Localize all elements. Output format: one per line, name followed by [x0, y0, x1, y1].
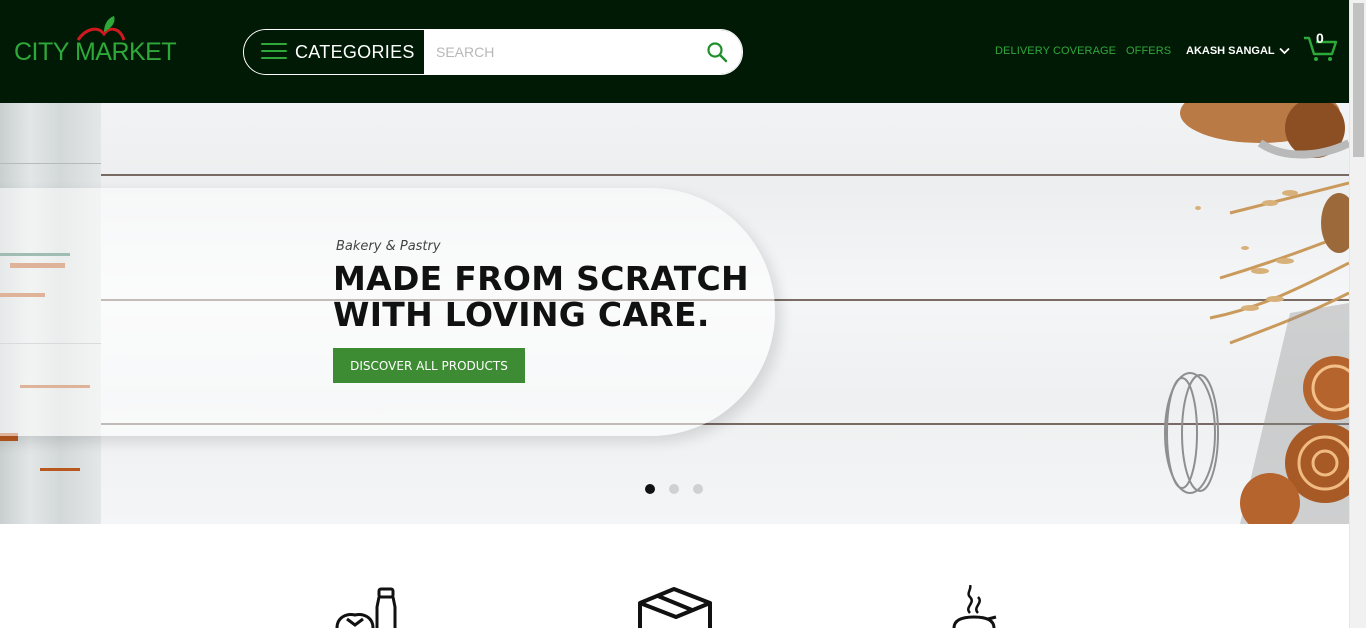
hero-title: MADE FROM SCRATCH WITH LOVING CARE.: [333, 261, 749, 333]
categories-label: CATEGORIES: [295, 42, 415, 62]
hero-subtitle: Bakery & Pastry: [336, 239, 441, 254]
user-menu[interactable]: AKASH SANGAL: [1186, 45, 1290, 57]
hero-title-line2: WITH LOVING CARE.: [333, 295, 710, 334]
slider-dot[interactable]: [693, 484, 703, 494]
grocery-icon: [335, 587, 397, 628]
hot-food-icon: [952, 585, 997, 628]
box-icon: [638, 587, 712, 628]
search-input[interactable]: [424, 30, 742, 74]
slider-dot[interactable]: [645, 484, 655, 494]
hero-slider: Bakery & Pastry MADE FROM SCRATCH WITH L…: [0, 103, 1349, 524]
discover-products-button[interactable]: DISCOVER ALL PRODUCTS: [333, 348, 525, 383]
hamburger-icon: [261, 43, 287, 61]
page-scrollbar[interactable]: [1349, 0, 1366, 628]
scrollbar-thumb[interactable]: [1353, 3, 1364, 157]
search-bar: CATEGORIES: [243, 29, 743, 75]
user-name: AKASH SANGAL: [1186, 45, 1275, 57]
bakery-illustration: [1164, 103, 1349, 524]
slider-dots: [645, 484, 703, 494]
cart-count: 0: [1316, 30, 1324, 46]
site-header: CITY MARKET CATEGORIES DELIVERY COVERAGE…: [0, 0, 1349, 103]
nav-offers[interactable]: OFFERS: [1126, 45, 1171, 57]
slider-dot[interactable]: [669, 484, 679, 494]
chevron-down-icon: [1278, 47, 1290, 55]
hero-title-line1: MADE FROM SCRATCH: [333, 259, 749, 298]
categories-button[interactable]: CATEGORIES: [244, 30, 424, 74]
nav-delivery-coverage[interactable]: DELIVERY COVERAGE: [995, 45, 1116, 57]
city-market-logo[interactable]: CITY MARKET: [14, 14, 177, 66]
search-icon[interactable]: [706, 41, 728, 63]
brand-name: CITY MARKET: [14, 38, 177, 66]
